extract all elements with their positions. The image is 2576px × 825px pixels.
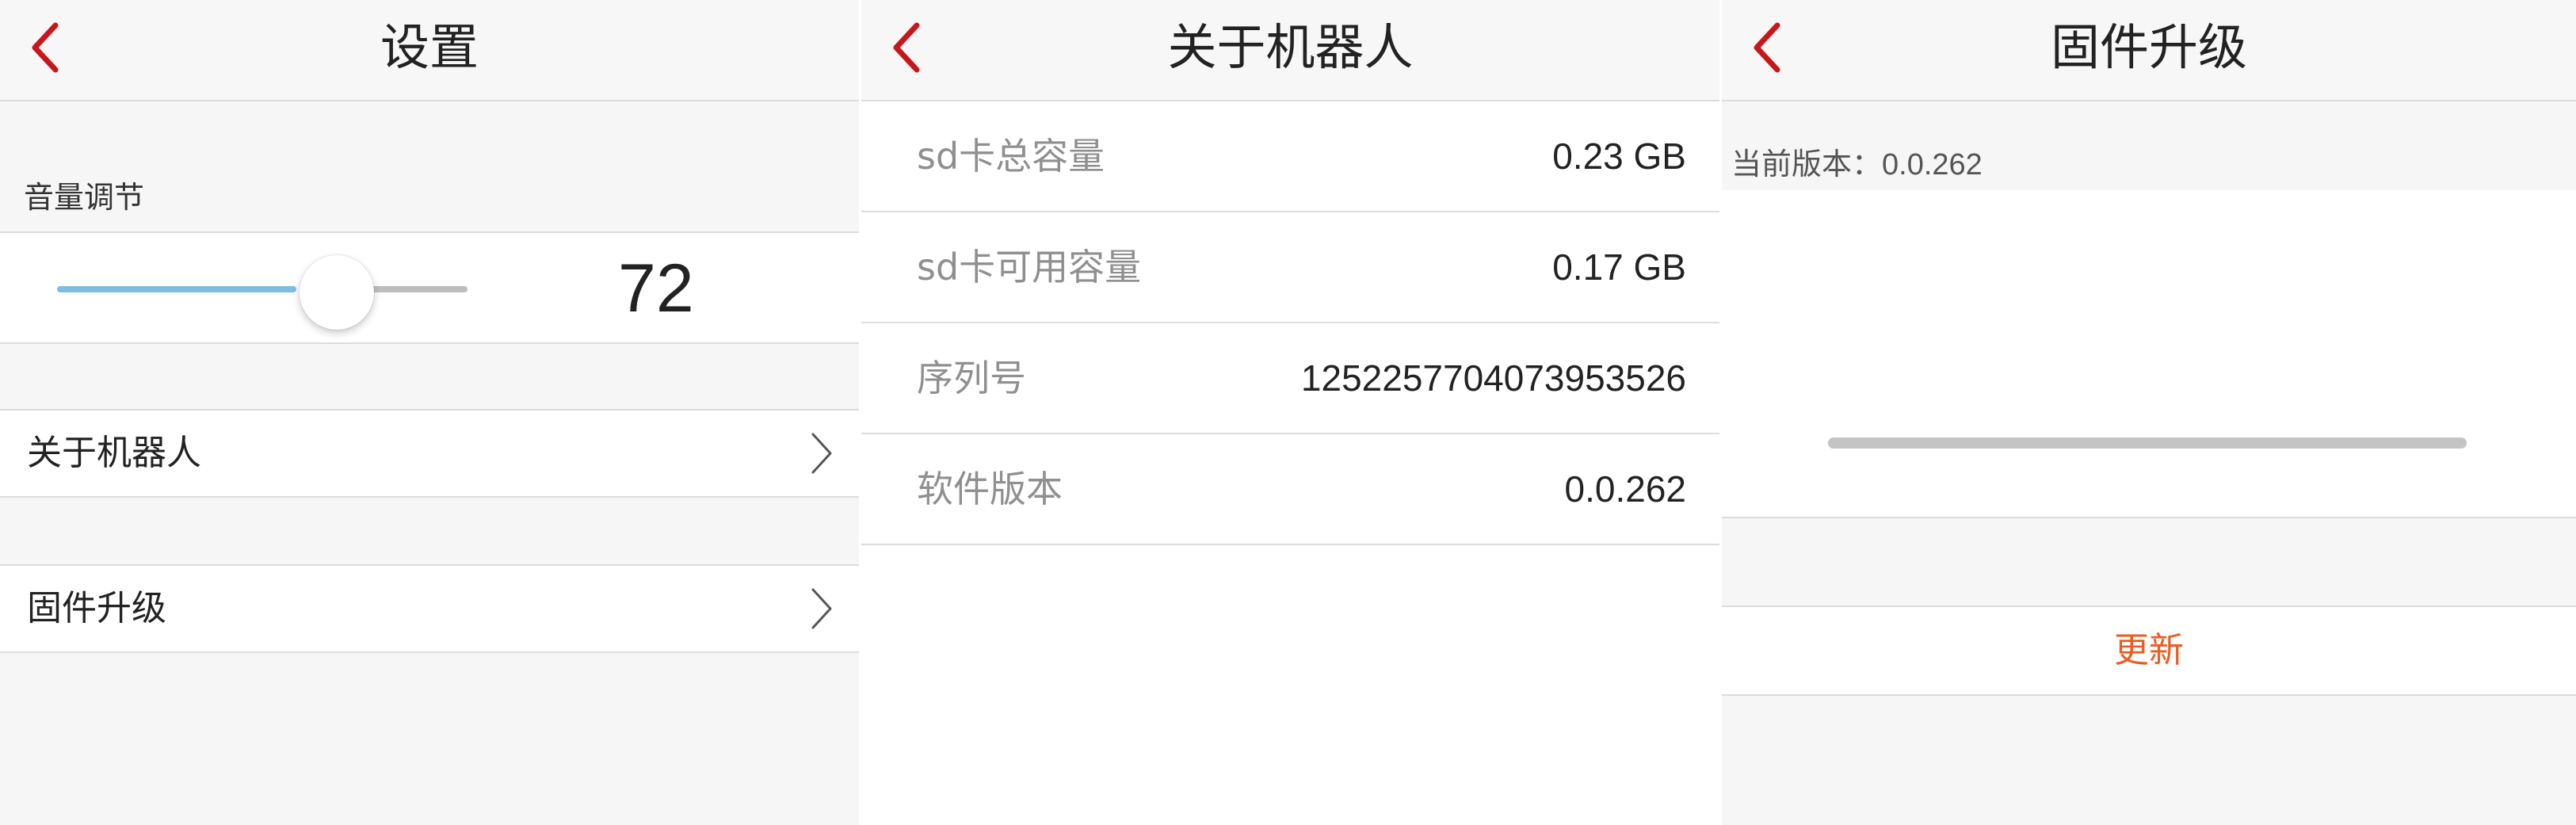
firmware-upgrade-screen: 固件升级 当前版本：0.0.262 更新: [1722, 0, 2576, 825]
upgrade-progress-area: [1722, 190, 2576, 518]
page-title: 固件升级: [2050, 18, 2247, 76]
update-button[interactable]: 更新: [1722, 607, 2576, 694]
menu-item-firmware-upgrade[interactable]: 固件升级: [0, 564, 859, 653]
settings-screen: 设置 音量调节 72 关于机器人 固件升级: [0, 0, 859, 825]
settings-nav-bar: 设置: [0, 0, 859, 101]
update-row: 更新: [1722, 605, 2576, 696]
chevron-right-icon: [811, 433, 832, 474]
info-row-sd-total: sd卡总容量 0.23 GB: [861, 101, 1719, 212]
page-title: 关于机器人: [1167, 18, 1414, 76]
volume-slider-thumb[interactable]: [300, 255, 374, 330]
current-version-text: 当前版本：0.0.262: [1731, 139, 1983, 183]
upgrade-progress-bar: [1828, 437, 2467, 449]
info-value: 0.0.262: [1564, 468, 1686, 510]
chevron-right-icon: [811, 588, 832, 629]
volume-slider-track-filled[interactable]: [57, 286, 296, 292]
volume-row: 72: [0, 231, 859, 344]
about-robot-screen: 关于机器人 sd卡总容量 0.23 GB sd卡可用容量 0.17 GB 序列号…: [861, 0, 1719, 825]
volume-section-label: 音量调节: [24, 180, 145, 215]
info-label: sd卡总容量: [917, 135, 1105, 178]
info-value: 1252257704073953526: [1300, 357, 1686, 399]
info-label: 序列号: [917, 357, 1026, 399]
info-row-sd-available: sd卡可用容量 0.17 GB: [861, 212, 1719, 323]
info-row-software-version: 软件版本 0.0.262: [861, 434, 1719, 545]
current-version-label: 当前版本：: [1731, 147, 1883, 181]
info-row-serial-number: 序列号 1252257704073953526: [861, 323, 1719, 434]
volume-value: 72: [618, 250, 694, 327]
menu-item-about-robot[interactable]: 关于机器人: [0, 409, 859, 498]
menu-item-label: 固件升级: [27, 588, 166, 628]
info-value: 0.17 GB: [1552, 246, 1686, 288]
menu-item-label: 关于机器人: [27, 433, 201, 473]
page-title: 设置: [380, 18, 479, 76]
about-nav-bar: 关于机器人: [861, 0, 1719, 101]
firmware-nav-bar: 固件升级: [1722, 0, 2576, 101]
info-label: 软件版本: [917, 468, 1063, 510]
info-value: 0.23 GB: [1552, 136, 1686, 177]
current-version-value: 0.0.262: [1882, 148, 1983, 181]
info-label: sd卡可用容量: [917, 246, 1142, 288]
